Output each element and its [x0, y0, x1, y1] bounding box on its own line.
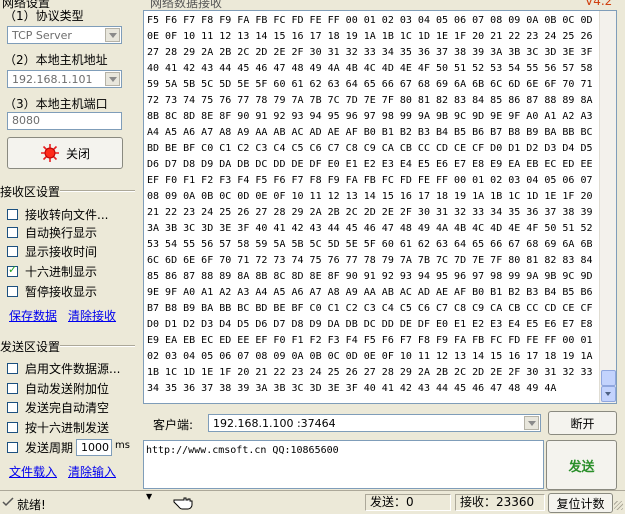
checkbox-label: 自动发送附加位	[25, 381, 110, 396]
host-ip-select[interactable]: 192.168.1.101	[7, 70, 122, 88]
receive-settings-title: 接收区设置	[0, 185, 61, 199]
chevron-down-icon[interactable]	[524, 416, 539, 430]
client-value: 192.168.1.100 :37464	[213, 417, 336, 430]
host-port-label: （3）本地主机端口	[4, 97, 108, 111]
host-ip-value: 192.168.1.101	[12, 73, 93, 86]
auto-clear-checkbox[interactable]: 发送完自动清空	[7, 399, 109, 415]
receive-hex-text: F5 F6 F7 F8 F9 FA FB FC FD FE FF 00 01 0…	[147, 15, 593, 394]
reset-count-button[interactable]: 复位计数	[548, 493, 613, 513]
protocol-label: （1）协议类型	[4, 9, 84, 23]
file-source-checkbox[interactable]: 启用文件数据源...	[7, 360, 120, 376]
checkbox-label: 十六进制显示	[25, 264, 98, 279]
scroll-down-icon[interactable]	[601, 386, 616, 402]
close-icon	[40, 144, 59, 162]
checkbox-label: 显示接收时间	[25, 244, 98, 259]
send-period-checkbox[interactable]: 发送周期	[7, 439, 73, 455]
client-select[interactable]: 192.168.1.100 :37464	[208, 414, 541, 432]
checkbox-box[interactable]	[7, 382, 18, 394]
client-label: 客户端:	[153, 418, 194, 432]
checkbox-box[interactable]	[7, 285, 18, 297]
file-load-link[interactable]: 文件载入	[9, 463, 57, 480]
dropdown-indicator-icon: ▼	[146, 492, 153, 501]
version-label: V4.2	[585, 0, 613, 8]
checkbox-label: 启用文件数据源...	[25, 361, 121, 376]
checkbox-label: 暂停接收显示	[25, 284, 98, 299]
status-ready: 就绪!	[17, 498, 46, 512]
divider	[60, 190, 135, 192]
status-bar: 就绪! ▼ 发送：0 接收：23360 复位计数	[0, 490, 625, 514]
resize-grip[interactable]	[614, 501, 623, 510]
checkbox-label: 按十六进制发送	[25, 420, 110, 435]
send-text-area[interactable]: http://www.cmsoft.cn QQ:10865600	[143, 440, 544, 489]
save-data-link[interactable]: 保存数据	[9, 307, 57, 324]
auto-wrap-checkbox[interactable]: 自动换行显示	[7, 224, 97, 240]
clear-receive-link[interactable]: 清除接收	[68, 307, 116, 324]
send-text: http://www.cmsoft.cn QQ:10865600	[146, 445, 339, 456]
disconnect-button[interactable]: 断开	[548, 411, 617, 435]
show-time-checkbox[interactable]: 显示接收时间	[7, 243, 97, 259]
period-unit: ms	[115, 440, 130, 451]
send-button[interactable]: 发送	[546, 440, 617, 490]
recv-to-file-checkbox[interactable]: 接收转向文件...	[7, 206, 108, 222]
hex-display-checkbox[interactable]: 十六进制显示	[7, 263, 97, 279]
send-period-input[interactable]: 1000	[76, 439, 112, 456]
checkbox-label: 自动换行显示	[25, 225, 98, 240]
vertical-scrollbar[interactable]	[599, 11, 616, 403]
checkbox-label: 发送完自动清空	[25, 400, 110, 415]
chevron-down-icon[interactable]	[105, 72, 120, 86]
checkbox-box[interactable]	[7, 226, 18, 238]
receive-text-area[interactable]: F5 F6 F7 F8 F9 FA FB FC FD FE FF 00 01 0…	[143, 10, 617, 404]
auto-append-checkbox[interactable]: 自动发送附加位	[7, 380, 109, 396]
close-button[interactable]: 关闭	[7, 137, 123, 169]
send-button-label: 发送	[568, 459, 595, 475]
checkbox-box[interactable]	[7, 401, 18, 413]
checkbox-box[interactable]	[7, 263, 18, 277]
pause-display-checkbox[interactable]: 暂停接收显示	[7, 283, 97, 299]
hand-pointer-icon	[173, 497, 193, 510]
divider	[60, 345, 135, 347]
scrollbar-thumb[interactable]	[601, 370, 616, 386]
checkbox-box[interactable]	[7, 441, 18, 453]
status-check-icon	[2, 497, 14, 507]
protocol-select[interactable]: TCP Server	[7, 26, 122, 44]
recv-count: 接收：23360	[455, 494, 545, 511]
host-ip-label: （2）本地主机地址	[4, 53, 108, 67]
disconnect-button-label: 断开	[570, 416, 595, 431]
hex-send-checkbox[interactable]: 按十六进制发送	[7, 419, 109, 435]
host-port-input[interactable]: 8080	[7, 112, 122, 130]
checkbox-box[interactable]	[7, 245, 18, 257]
clear-input-link[interactable]: 清除输入	[68, 463, 116, 480]
protocol-value: TCP Server	[12, 29, 72, 42]
checkbox-box[interactable]	[7, 208, 18, 220]
checkbox-box[interactable]	[7, 421, 18, 433]
checkbox-label: 接收转向文件...	[25, 207, 109, 222]
checkbox-label: 发送周期	[25, 440, 74, 455]
chevron-down-icon[interactable]	[105, 28, 120, 42]
close-button-label: 关闭	[65, 146, 90, 161]
reset-count-label: 复位计数	[556, 496, 605, 511]
checkbox-box[interactable]	[7, 362, 18, 374]
send-settings-title: 发送区设置	[0, 340, 61, 354]
send-count: 发送：0	[365, 494, 451, 511]
